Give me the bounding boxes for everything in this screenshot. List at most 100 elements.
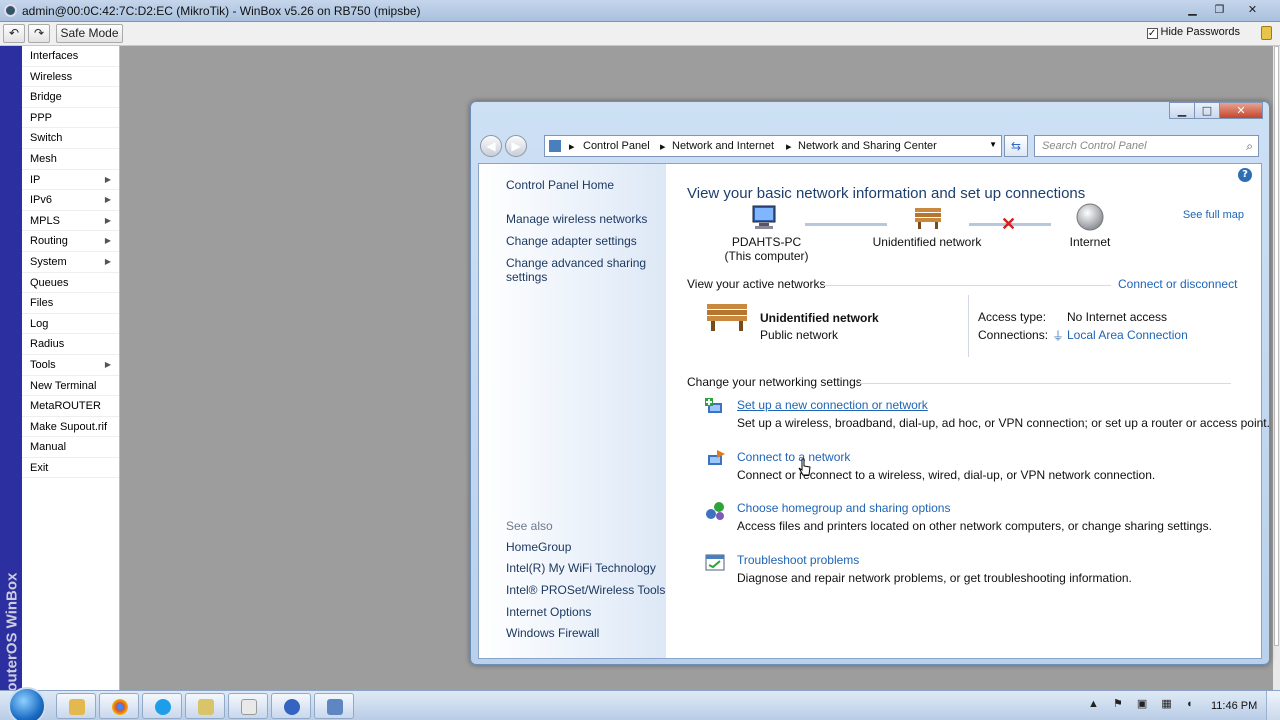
menu-item[interactable]: Mesh	[22, 149, 119, 170]
menu-item-label: New Terminal	[30, 379, 97, 392]
tray-app-icon[interactable]: ▣	[1137, 698, 1147, 710]
checkbox-checked-icon: ✓	[1146, 28, 1158, 39]
menu-item[interactable]: MetaROUTER	[22, 396, 119, 417]
taskbar-skype[interactable]	[142, 693, 182, 719]
network-icon[interactable]: ▦	[1161, 698, 1171, 710]
redo-icon: ↷	[33, 26, 45, 40]
cp-close-icon[interactable]: ✕	[1219, 102, 1263, 119]
taskbar-app[interactable]	[271, 693, 311, 719]
search-input[interactable]: Search Control Panel ⌕	[1034, 135, 1259, 157]
clock[interactable]: 11:46 PM	[1211, 700, 1257, 712]
control-panel-home-link[interactable]: Control Panel Home	[506, 178, 614, 192]
mouse-cursor-icon	[798, 458, 811, 476]
intel-proset-link[interactable]: Intel® PROSet/Wireless Tools	[506, 583, 665, 597]
connect-disconnect-link[interactable]: Connect or disconnect	[1118, 277, 1237, 291]
volume-icon[interactable]: ◖	[1186, 698, 1193, 710]
homegroup-link[interactable]: HomeGroup	[506, 540, 571, 554]
breadcrumb-network-internet[interactable]: Network and Internet	[672, 140, 774, 152]
menu-item[interactable]: IP ▶	[22, 170, 119, 191]
menu-item-label: IPv6	[30, 194, 53, 207]
change-adapter-link[interactable]: Change adapter settings	[506, 234, 637, 248]
menu-item[interactable]: Log	[22, 314, 119, 335]
menu-item[interactable]: Manual	[22, 437, 119, 458]
menu-item[interactable]: New Terminal	[22, 376, 119, 397]
internet-options-link[interactable]: Internet Options	[506, 605, 591, 619]
refresh-button[interactable]: ⇆	[1004, 135, 1028, 157]
menu-item[interactable]: Switch	[22, 128, 119, 149]
safe-mode-button[interactable]: Safe Mode	[56, 24, 123, 43]
winbox-title: admin@00:0C:42:7C:D2:EC (MikroTik) - Win…	[22, 4, 421, 18]
tray-expand-icon[interactable]: ▲	[1088, 698, 1099, 710]
cp-maximize-icon[interactable]: □	[1194, 102, 1220, 119]
undo-icon: ↶	[8, 26, 20, 40]
chevron-down-icon[interactable]: ▼	[989, 140, 997, 149]
task-title[interactable]: Set up a new connection or network	[737, 398, 928, 412]
close-icon[interactable]: ✕	[1240, 2, 1265, 18]
show-desktop-button[interactable]	[1266, 691, 1280, 720]
connect-network-icon	[708, 450, 725, 465]
menu-item[interactable]: Routing ▶	[22, 231, 119, 252]
intel-wifi-link[interactable]: Intel(R) My WiFi Technology	[506, 561, 656, 575]
windows-firewall-link[interactable]: Windows Firewall	[506, 626, 599, 640]
taskbar-chrome[interactable]	[99, 693, 139, 719]
task-connect-network[interactable]: Connect to a network Connect or reconnec…	[705, 450, 1250, 486]
menu-item[interactable]: IPv6 ▶	[22, 190, 119, 211]
task-title[interactable]: Choose homegroup and sharing options	[737, 501, 950, 515]
see-full-map-link[interactable]: See full map	[1183, 209, 1244, 221]
menu-item[interactable]: Make Supout.rif	[22, 417, 119, 438]
redo-button[interactable]: ↷	[28, 24, 50, 43]
main-pane: View your basic network information and …	[687, 164, 1270, 658]
scrollbar-thumb[interactable]	[1274, 46, 1279, 646]
task-title[interactable]: Troubleshoot problems	[737, 553, 859, 567]
globe-icon	[1076, 203, 1104, 231]
maximize-icon[interactable]: ❐	[1207, 2, 1232, 18]
manage-wireless-link[interactable]: Manage wireless networks	[506, 212, 647, 226]
active-network-type[interactable]: Public network	[760, 328, 838, 342]
menu-item[interactable]: Radius	[22, 334, 119, 355]
section-divider	[821, 285, 1111, 286]
task-title[interactable]: Connect to a network	[737, 450, 850, 464]
menu-item[interactable]: Files	[22, 293, 119, 314]
menu-item[interactable]: Bridge	[22, 87, 119, 108]
cp-minimize-icon[interactable]: ▁	[1169, 102, 1195, 119]
start-button[interactable]	[8, 687, 46, 720]
minimize-icon[interactable]: ▁	[1180, 2, 1205, 18]
submenu-arrow-icon: ▶	[104, 215, 111, 225]
hide-passwords-checkbox[interactable]: ✓ Hide Passwords	[1146, 26, 1240, 39]
task-troubleshoot[interactable]: Troubleshoot problems Diagnose and repai…	[705, 553, 1250, 589]
taskbar-control-panel[interactable]	[314, 693, 354, 719]
back-button[interactable]: ◀	[480, 135, 502, 157]
search-icon[interactable]: ⌕	[1246, 139, 1253, 154]
action-center-icon[interactable]: ⚑	[1113, 698, 1123, 710]
breadcrumb-sep-icon: ▸	[786, 141, 792, 153]
change-sharing-link[interactable]: Change advanced sharing settings	[506, 256, 656, 284]
winbox-scrollbar[interactable]	[1273, 46, 1280, 690]
map-network-label: Unidentified network	[872, 235, 982, 249]
menu-item[interactable]: Tools ▶	[22, 355, 119, 376]
task-homegroup[interactable]: Choose homegroup and sharing options Acc…	[705, 501, 1250, 537]
breadcrumb-sharing-center[interactable]: Network and Sharing Center	[798, 140, 937, 152]
menu-item[interactable]: Exit	[22, 458, 119, 479]
skype-icon	[155, 699, 171, 715]
submenu-arrow-icon: ▶	[104, 174, 111, 184]
task-new-connection[interactable]: Set up a new connection or network Set u…	[705, 398, 1270, 434]
taskbar-app[interactable]	[228, 693, 268, 719]
taskbar-explorer[interactable]	[56, 693, 96, 719]
taskbar-app[interactable]	[185, 693, 225, 719]
menu-item[interactable]: Interfaces	[22, 46, 119, 67]
breadcrumb-control-panel[interactable]: Control Panel	[583, 140, 650, 152]
menu-item[interactable]: MPLS ▶	[22, 211, 119, 232]
menu-item[interactable]: Wireless	[22, 67, 119, 88]
menu-item-label: PPP	[30, 111, 53, 124]
menu-item[interactable]: PPP	[22, 108, 119, 129]
new-connection-icon	[705, 398, 722, 413]
see-also-label: See also	[506, 519, 553, 533]
forward-arrow-icon: ▶	[511, 139, 521, 153]
forward-button[interactable]: ▶	[505, 135, 527, 157]
local-area-connection-link[interactable]: Local Area Connection	[1067, 328, 1188, 342]
change-settings-label: Change your networking settings	[687, 375, 862, 389]
menu-item[interactable]: Queues	[22, 273, 119, 294]
address-bar[interactable]: ▸ Control Panel ▸ Network and Internet ▸…	[544, 135, 1002, 157]
undo-button[interactable]: ↶	[3, 24, 25, 43]
menu-item[interactable]: System ▶	[22, 252, 119, 273]
